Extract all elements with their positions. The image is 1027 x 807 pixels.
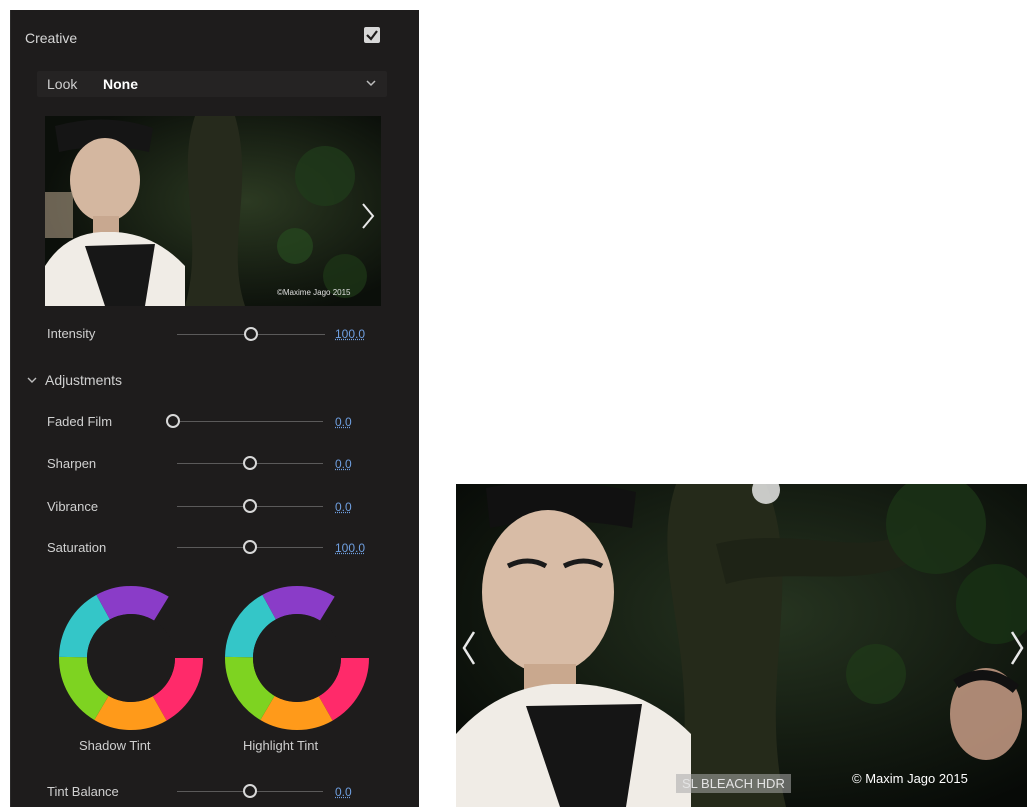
chevron-down-icon: [366, 80, 376, 87]
thumbnail-watermark: ©Maxime Jago 2015: [277, 288, 351, 297]
vibrance-label: Vibrance: [47, 499, 99, 514]
lumetri-creative-panel: Creative Look None ©Maxime Jago 2015 Int…: [10, 10, 419, 807]
vibrance-knob[interactable]: [243, 499, 257, 513]
faded-film-value[interactable]: 0.0: [335, 415, 352, 429]
look-name-caption: SL BLEACH HDR: [676, 774, 791, 793]
look-label: Look: [47, 76, 78, 92]
checkmark-icon: [366, 30, 378, 41]
look-thumbnail-image: [45, 116, 381, 306]
saturation-label: Saturation: [47, 540, 107, 555]
vibrance-value[interactable]: 0.0: [335, 500, 352, 514]
tint-balance-value[interactable]: 0.0: [335, 785, 352, 799]
tint-balance-knob[interactable]: [243, 784, 257, 798]
shadow-tint-wheel[interactable]: [55, 582, 207, 734]
intensity-knob[interactable]: [244, 327, 258, 341]
saturation-knob[interactable]: [243, 540, 257, 554]
faded-film-label: Faded Film: [47, 414, 113, 429]
tint-balance-label: Tint Balance: [47, 784, 119, 799]
highlight-tint-label: Highlight Tint: [243, 738, 319, 753]
look-thumbnail[interactable]: ©Maxime Jago 2015: [45, 116, 381, 306]
disclosure-triangle-icon[interactable]: [27, 376, 37, 384]
faded-film-knob[interactable]: [166, 414, 180, 428]
intensity-label: Intensity: [47, 326, 96, 341]
shadow-tint-label: Shadow Tint: [79, 738, 151, 753]
sharpen-value[interactable]: 0.0: [335, 457, 352, 471]
saturation-value[interactable]: 100.0: [335, 541, 365, 555]
highlight-tint-wheel[interactable]: [221, 582, 373, 734]
adjustments-header[interactable]: Adjustments: [45, 372, 122, 388]
look-dropdown[interactable]: Look None: [37, 71, 387, 97]
copyright-caption: © Maxim Jago 2015: [852, 771, 968, 786]
section-title[interactable]: Creative: [25, 30, 77, 46]
sharpen-knob[interactable]: [243, 456, 257, 470]
sharpen-label: Sharpen: [47, 456, 97, 471]
preview-image: [456, 484, 1027, 807]
intensity-value[interactable]: 100.0: [335, 327, 365, 341]
faded-film-track[interactable]: [173, 421, 323, 422]
program-monitor-preview[interactable]: SL BLEACH HDR © Maxim Jago 2015: [456, 484, 1027, 807]
enable-checkbox[interactable]: [364, 27, 380, 43]
look-value: None: [103, 76, 138, 92]
